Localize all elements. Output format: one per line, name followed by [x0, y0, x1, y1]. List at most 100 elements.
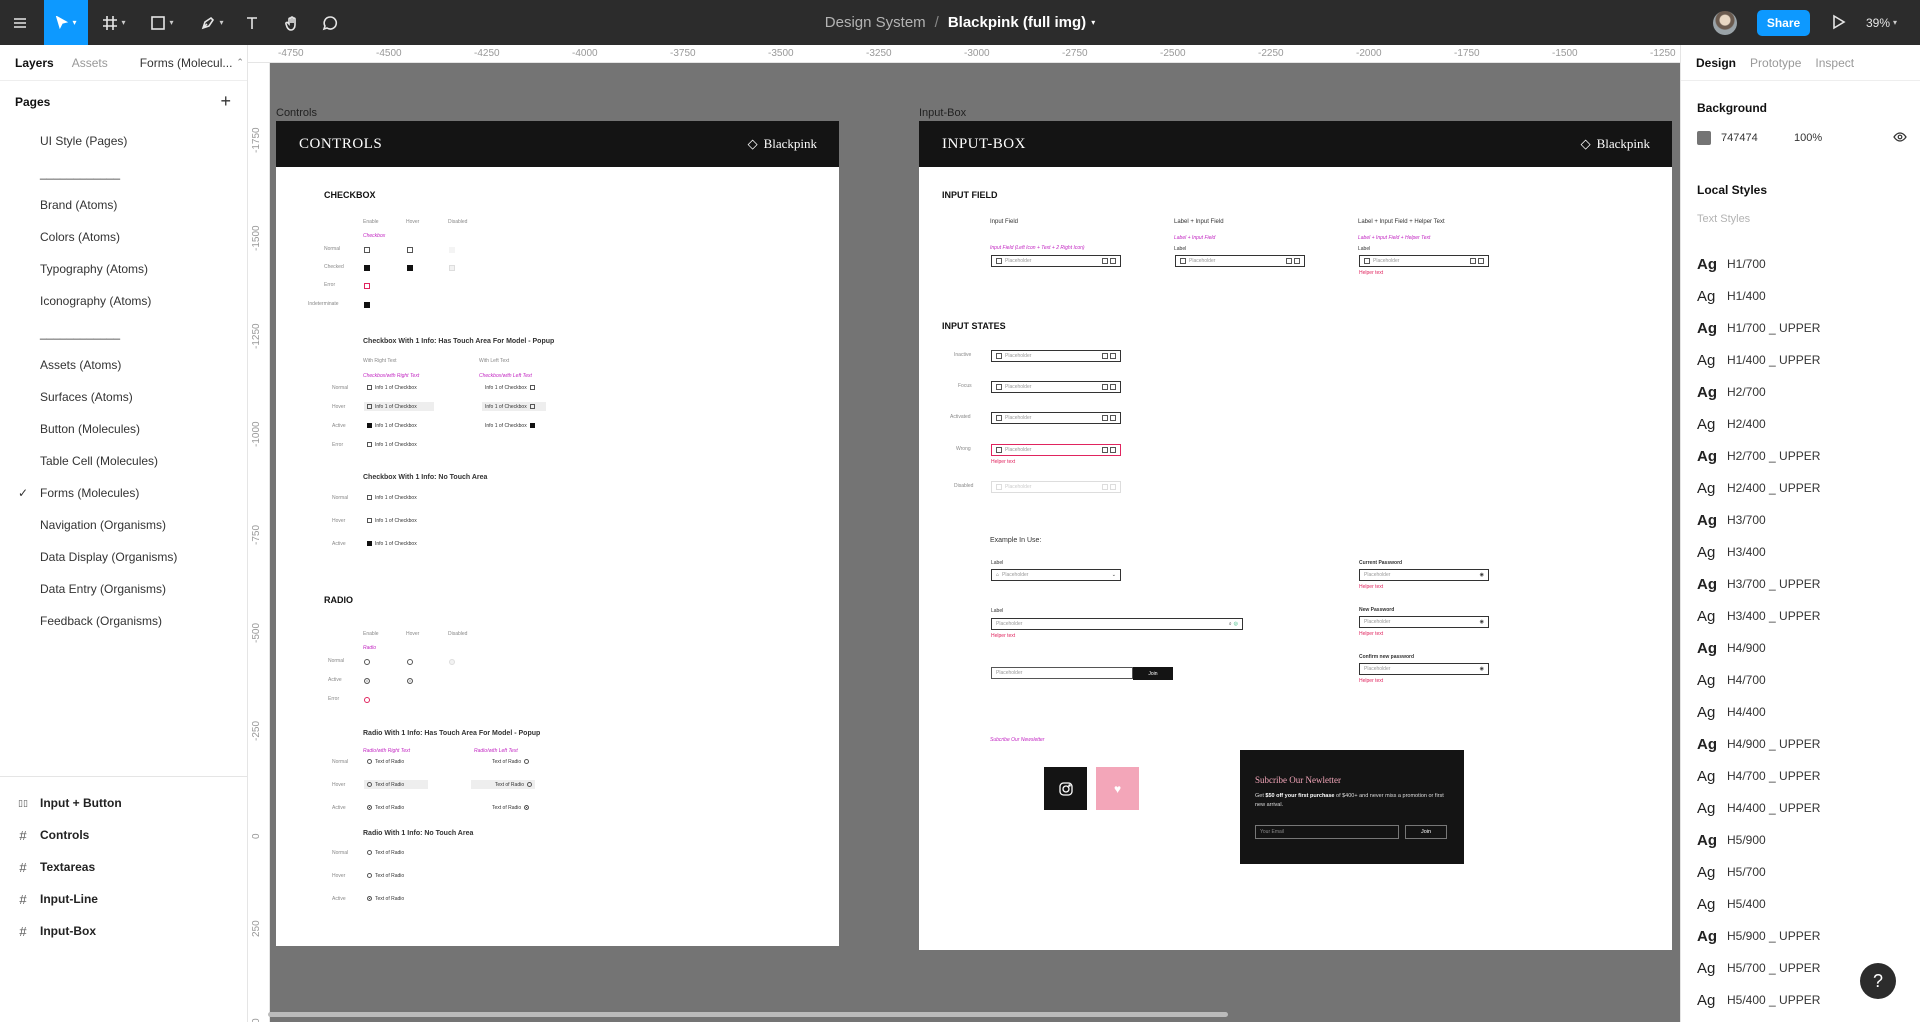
input-state-activated[interactable]: Placeholder	[991, 412, 1121, 424]
page-selector[interactable]: Forms (Molecul... ⌃	[140, 56, 244, 70]
checkbox-indeterminate[interactable]	[364, 302, 370, 308]
right-icon[interactable]	[1102, 384, 1108, 390]
input-field-with-label[interactable]: Placeholder	[1175, 255, 1305, 267]
layer-item[interactable]: # Input-Box	[0, 915, 248, 947]
text-style-item[interactable]: Ag H3/400	[1697, 536, 1907, 568]
page-item[interactable]: ____________	[0, 317, 248, 349]
text-style-item[interactable]: Ag H3/700 _ UPPER	[1697, 568, 1907, 600]
text-style-item[interactable]: Ag H4/700 _ UPPER	[1697, 760, 1907, 792]
page-item[interactable]: Data Entry (Organisms)	[0, 573, 248, 605]
text-style-item[interactable]: Ag H2/400 _ UPPER	[1697, 472, 1907, 504]
right-icon[interactable]	[1110, 447, 1116, 453]
text-style-item[interactable]: Ag H3/400 _ UPPER	[1697, 600, 1907, 632]
share-button[interactable]: Share	[1757, 10, 1810, 36]
text-style-item[interactable]: Ag H1/400	[1697, 280, 1907, 312]
checkbox-normal[interactable]	[364, 247, 370, 253]
heart-button[interactable]: ♥	[1096, 767, 1139, 810]
text-style-item[interactable]: Ag H4/400 _ UPPER	[1697, 792, 1907, 824]
text-style-item[interactable]: Ag H4/900 _ UPPER	[1697, 728, 1907, 760]
radio-left-option-normal[interactable]: Text of Radio	[489, 757, 532, 766]
text-style-item[interactable]: Ag H1/700	[1697, 248, 1907, 280]
example-search-input[interactable]: Placeholder ⌕ ◎	[991, 618, 1243, 630]
eye-icon[interactable]: ◉	[1480, 619, 1484, 625]
text-style-item[interactable]: Ag H5/700	[1697, 856, 1907, 888]
background-swatch[interactable]	[1697, 131, 1711, 145]
page-item[interactable]: Navigation (Organisms)	[0, 509, 248, 541]
checkbox-left-option-active[interactable]: Info 1 of Checkbox	[482, 421, 538, 430]
page-item[interactable]: UI Style (Pages)	[0, 125, 248, 157]
search-icon[interactable]: ⌕	[1229, 621, 1232, 627]
text-style-item[interactable]: Ag H4/900	[1697, 632, 1907, 664]
page-item[interactable]: Assets (Atoms)	[0, 349, 248, 381]
checkbox-option-active[interactable]: Info 1 of Checkbox	[364, 421, 420, 430]
right-icon[interactable]	[1102, 353, 1108, 359]
input-state-inactive[interactable]: Placeholder	[991, 350, 1121, 362]
page-item[interactable]: Colors (Atoms)	[0, 221, 248, 253]
example-join-input[interactable]: Placeholder	[991, 667, 1133, 679]
input-state-wrong[interactable]: Placeholder	[991, 444, 1121, 456]
horizontal-scrollbar[interactable]	[268, 1012, 1228, 1017]
project-name[interactable]: Design System	[825, 14, 926, 31]
layer-item[interactable]: # Textareas	[0, 851, 248, 883]
checkbox-option-normal[interactable]: Info 1 of Checkbox	[364, 383, 420, 392]
tab-prototype[interactable]: Prototype	[1750, 56, 1801, 70]
text-style-item[interactable]: Ag H3/700	[1697, 504, 1907, 536]
checkbox-checked[interactable]	[364, 265, 370, 271]
frame-label-controls[interactable]: Controls	[276, 107, 317, 119]
shape-tool-icon[interactable]: ▾	[146, 0, 178, 45]
join-button[interactable]: Join	[1133, 667, 1173, 680]
background-hex[interactable]: 747474	[1721, 132, 1794, 144]
checkbox-checked-hover[interactable]	[407, 265, 413, 271]
page-item[interactable]: ✓ Forms (Molecules)	[0, 477, 248, 509]
newsletter-join-button[interactable]: Join	[1405, 825, 1447, 839]
checkbox-plain-normal[interactable]: Info 1 of Checkbox	[364, 493, 420, 502]
page-item[interactable]: Table Cell (Molecules)	[0, 445, 248, 477]
right-icon[interactable]	[1110, 353, 1116, 359]
eye-icon[interactable]: ◉	[1480, 666, 1484, 672]
hand-tool-icon[interactable]	[280, 0, 304, 45]
right-icon[interactable]	[1110, 415, 1116, 421]
checkbox-option-error[interactable]: Info 1 of Checkbox	[364, 440, 420, 449]
right-icon[interactable]	[1110, 384, 1116, 390]
radio-left-option-hover[interactable]: Text of Radio	[471, 780, 535, 789]
newsletter-email-input[interactable]: Your Email	[1255, 825, 1399, 839]
text-style-item[interactable]: Ag H1/400 _ UPPER	[1697, 344, 1907, 376]
comment-tool-icon[interactable]	[318, 0, 342, 45]
layer-item[interactable]: # Controls	[0, 819, 248, 851]
input-field-with-helper[interactable]: Placeholder	[1359, 255, 1489, 267]
checkbox-left-option-normal[interactable]: Info 1 of Checkbox	[482, 383, 538, 392]
frame-tool-icon[interactable]: ▾	[98, 0, 130, 45]
pen-tool-icon[interactable]: ▾	[196, 0, 228, 45]
page-item[interactable]: ____________	[0, 157, 248, 189]
avatar[interactable]	[1713, 11, 1737, 35]
radio-error[interactable]	[364, 697, 370, 703]
page-item[interactable]: Iconography (Atoms)	[0, 285, 248, 317]
instagram-button[interactable]	[1044, 767, 1087, 810]
radio-option-active[interactable]: Text of Radio	[364, 803, 407, 812]
help-button[interactable]: ?	[1860, 963, 1896, 999]
input-field-basic[interactable]: Placeholder	[991, 255, 1121, 267]
chevron-down-icon[interactable]: ⌄	[1112, 572, 1116, 578]
tab-inspect[interactable]: Inspect	[1815, 56, 1854, 70]
radio-left-option-active[interactable]: Text of Radio	[489, 803, 532, 812]
tab-assets[interactable]: Assets	[72, 56, 108, 70]
text-style-item[interactable]: Ag H4/700	[1697, 664, 1907, 696]
add-page-icon[interactable]: +	[220, 91, 231, 112]
input-box-artboard[interactable]: INPUT-BOX ◇ Blackpink INPUT FIELD Input F…	[919, 121, 1672, 950]
right-icon[interactable]	[1294, 258, 1300, 264]
layer-item[interactable]: # Input-Line	[0, 883, 248, 915]
right-icon[interactable]	[1478, 258, 1484, 264]
right-icon[interactable]	[1110, 258, 1116, 264]
radio-active-hover[interactable]	[407, 678, 413, 684]
page-item[interactable]: Feedback (Organisms)	[0, 605, 248, 637]
eye-icon[interactable]: ◉	[1480, 572, 1484, 578]
page-item[interactable]: Button (Molecules)	[0, 413, 248, 445]
right-icon[interactable]	[1286, 258, 1292, 264]
main-menu-icon[interactable]	[8, 0, 32, 45]
input-state-focus[interactable]: Placeholder	[991, 381, 1121, 393]
radio-active[interactable]	[364, 678, 370, 684]
checkbox-left-option-hover[interactable]: Info 1 of Checkbox	[482, 402, 546, 411]
radio-plain-normal[interactable]: Text of Radio	[364, 848, 407, 857]
page-item[interactable]: Typography (Atoms)	[0, 253, 248, 285]
text-style-item[interactable]: Ag H4/400	[1697, 696, 1907, 728]
